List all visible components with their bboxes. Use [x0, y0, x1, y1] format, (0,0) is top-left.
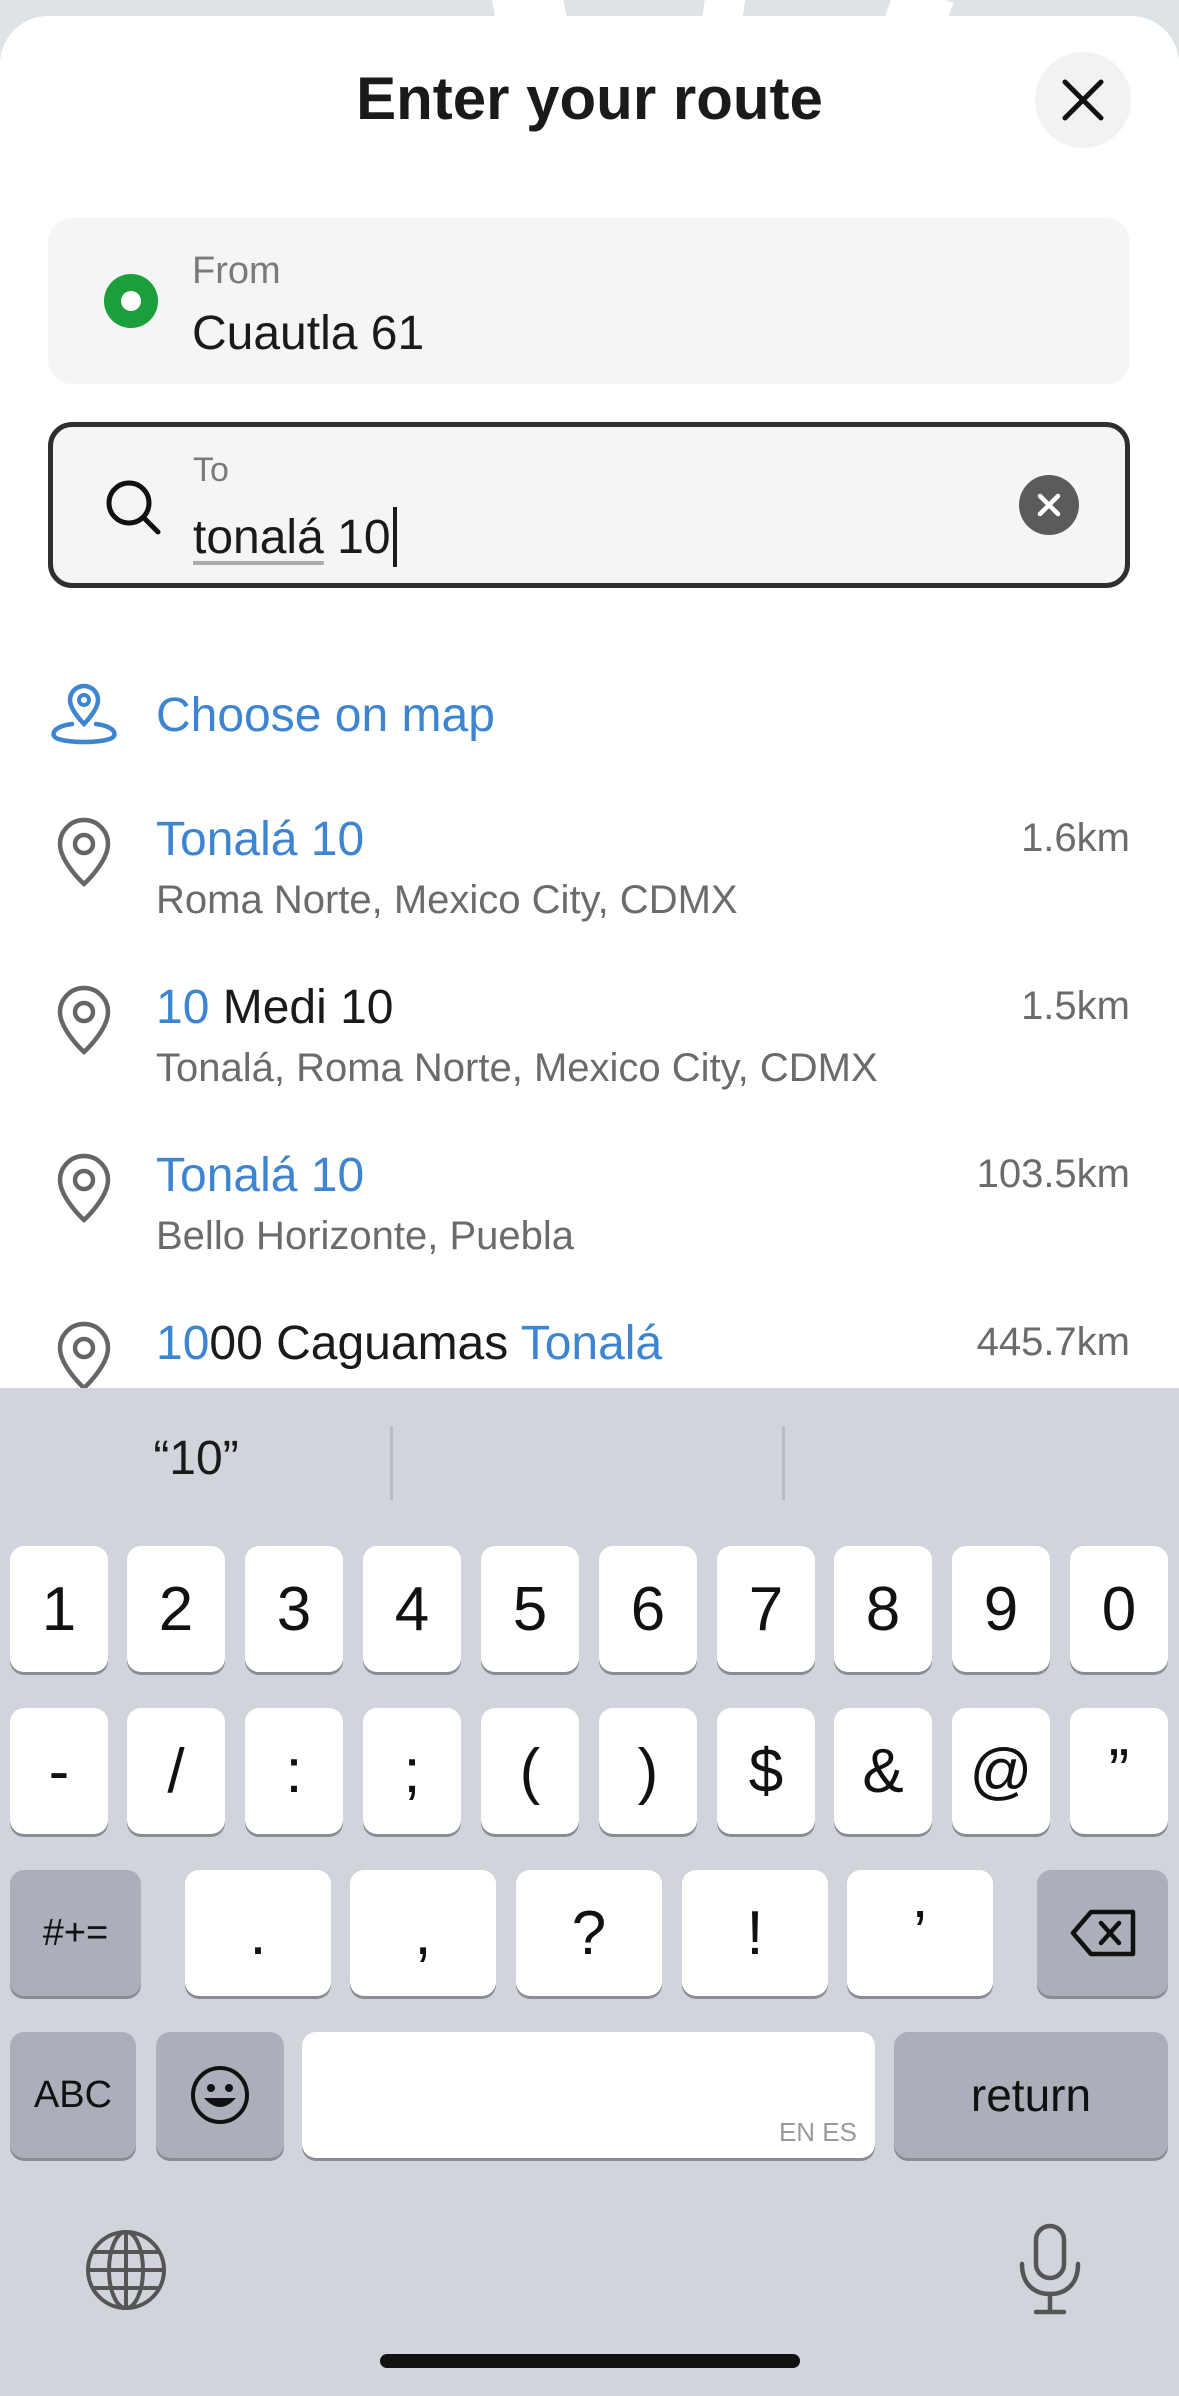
location-pin-icon [57, 985, 111, 1056]
globe-icon[interactable] [84, 2228, 168, 2312]
result-name: 1000 Caguamas Tonalá [156, 1317, 663, 1370]
search-result[interactable]: 1000 Caguamas Tonalá 445.7km [48, 1316, 1130, 1388]
text-caret [392, 507, 397, 567]
home-indicator[interactable] [380, 2354, 800, 2368]
suggestion-divider [390, 1426, 393, 1500]
key-apostrophe[interactable]: ’ [847, 1870, 993, 1996]
key-return[interactable]: return [894, 2032, 1168, 2158]
clear-icon [1037, 493, 1061, 517]
choose-on-map-button[interactable]: Choose on map [48, 668, 1130, 758]
result-name: Tonalá 10 [156, 813, 365, 866]
key-emoji[interactable] [156, 2032, 284, 2158]
key-exclamation[interactable]: ! [682, 1870, 828, 1996]
key-6[interactable]: 6 [599, 1546, 697, 1672]
from-value: Cuautla 61 [192, 307, 425, 360]
key-period[interactable]: . [185, 1870, 331, 1996]
to-input[interactable]: tonalá 10 [193, 507, 397, 567]
key-3[interactable]: 3 [245, 1546, 343, 1672]
location-pin-icon [57, 817, 111, 888]
result-address: Tonalá, Roma Norte, Mexico City, CDMX [156, 1046, 878, 1090]
result-name: 10 Medi 10 [156, 981, 394, 1034]
search-result[interactable]: Tonalá 10 Bello Horizonte, Puebla 103.5k… [48, 1148, 1130, 1298]
key-close-paren[interactable]: ) [599, 1708, 697, 1834]
to-field[interactable]: To tonalá 10 [48, 422, 1130, 588]
key-5[interactable]: 5 [481, 1546, 579, 1672]
key-9[interactable]: 9 [952, 1546, 1050, 1672]
key-semicolon[interactable]: ; [363, 1708, 461, 1834]
close-button[interactable] [1035, 52, 1131, 148]
page-title: Enter your route [356, 65, 823, 132]
key-2[interactable]: 2 [127, 1546, 225, 1672]
result-name: Tonalá 10 [156, 1149, 365, 1202]
key-colon[interactable]: : [245, 1708, 343, 1834]
location-pin-icon [57, 1321, 111, 1388]
key-slash[interactable]: / [127, 1708, 225, 1834]
key-7[interactable]: 7 [717, 1546, 815, 1672]
search-icon [106, 480, 161, 535]
backspace-icon [1070, 1909, 1135, 1957]
to-input-word: tonalá [193, 510, 324, 564]
key-dollar[interactable]: $ [717, 1708, 815, 1834]
key-backspace[interactable] [1037, 1870, 1168, 1996]
key-at[interactable]: @ [952, 1708, 1050, 1834]
keyboard-suggestion-empty[interactable] [786, 1388, 1178, 1528]
origin-dot-icon [104, 274, 158, 328]
location-pin-icon [57, 1153, 111, 1224]
key-0[interactable]: 0 [1070, 1546, 1168, 1672]
choose-on-map-label: Choose on map [156, 689, 495, 742]
key-1[interactable]: 1 [10, 1546, 108, 1672]
key-abc[interactable]: ABC [10, 2032, 136, 2158]
key-space[interactable]: EN ES [302, 2032, 875, 2158]
space-language-hint: EN ES [778, 2117, 857, 2147]
from-label: From [192, 250, 281, 292]
to-label: To [193, 451, 229, 489]
key-symbols[interactable]: #+= [10, 1870, 141, 1996]
key-comma[interactable]: , [350, 1870, 496, 1996]
key-question[interactable]: ? [516, 1870, 662, 1996]
key-8[interactable]: 8 [834, 1546, 932, 1672]
result-distance: 1.5km [1021, 984, 1130, 1028]
result-distance: 1.6km [1021, 816, 1130, 860]
key-hyphen[interactable]: - [10, 1708, 108, 1834]
result-distance: 445.7km [976, 1320, 1130, 1364]
close-icon [1062, 79, 1104, 121]
keyboard-suggestion-empty[interactable] [394, 1388, 786, 1528]
key-quote[interactable]: ” [1070, 1708, 1168, 1834]
result-distance: 103.5km [976, 1152, 1130, 1196]
keyboard-suggestion[interactable]: “10” [0, 1388, 392, 1528]
clear-button[interactable] [1019, 475, 1079, 535]
from-field[interactable]: From Cuautla 61 [48, 218, 1130, 384]
microphone-icon[interactable] [1012, 2222, 1088, 2318]
map-pin-person-icon [51, 683, 117, 745]
key-ampersand[interactable]: & [834, 1708, 932, 1834]
search-result[interactable]: Tonalá 10 Roma Norte, Mexico City, CDMX … [48, 812, 1130, 962]
emoji-icon [191, 2066, 249, 2124]
keyboard: “10” 1 2 3 4 5 6 7 8 9 0 - / : ; ( ) $ &… [0, 1388, 1179, 2396]
key-open-paren[interactable]: ( [481, 1708, 579, 1834]
key-4[interactable]: 4 [363, 1546, 461, 1672]
result-address: Bello Horizonte, Puebla [156, 1214, 575, 1258]
result-address: Roma Norte, Mexico City, CDMX [156, 878, 738, 922]
search-result[interactable]: 10 Medi 10 Tonalá, Roma Norte, Mexico Ci… [48, 980, 1130, 1130]
to-input-rest: 10 [323, 510, 391, 564]
